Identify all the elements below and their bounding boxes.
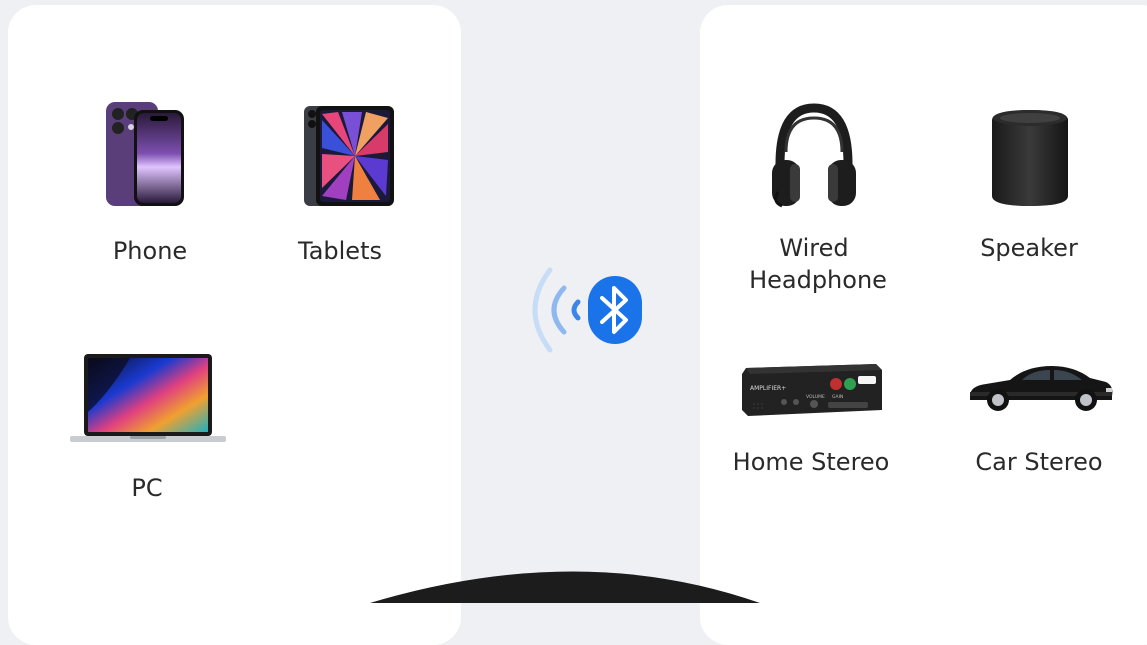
amplifier-gain-label: GAIN bbox=[832, 394, 843, 400]
receiver-devices-card bbox=[700, 5, 1147, 645]
amplifier-volume-label: VOLUME bbox=[806, 394, 825, 400]
device-label: Home Stereo bbox=[732, 448, 890, 476]
car-icon bbox=[970, 366, 1113, 411]
device-label: Speaker bbox=[980, 234, 1078, 262]
amplifier-icon: AMPLIFIER+ VOLUME GAIN bbox=[742, 364, 882, 416]
bluetooth-signal bbox=[520, 262, 650, 358]
source-devices-card bbox=[8, 5, 461, 645]
device-label: Phone bbox=[112, 237, 188, 265]
device-label: Car Stereo bbox=[975, 448, 1103, 476]
smartphone-icon bbox=[106, 102, 184, 206]
device-label-line2: Headphone bbox=[749, 266, 887, 294]
device-label: Tablets bbox=[298, 237, 382, 265]
laptop-icon bbox=[70, 354, 226, 442]
device-label: PC bbox=[131, 474, 163, 502]
amplifier-brand: AMPLIFIER+ bbox=[750, 385, 786, 392]
headphone-icon bbox=[772, 103, 856, 208]
bluetooth-icon bbox=[588, 276, 642, 344]
tablet-icon bbox=[304, 106, 394, 206]
signal-waves-icon bbox=[532, 267, 581, 353]
speaker-icon bbox=[992, 110, 1068, 206]
device-label-line1: Wired bbox=[779, 234, 849, 262]
